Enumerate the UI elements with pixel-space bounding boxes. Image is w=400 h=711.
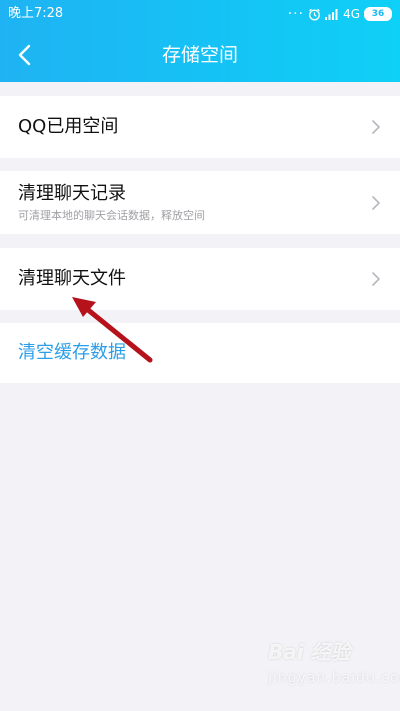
list-item-label: 清理聊天记录 (18, 183, 126, 204)
clear-cache-button[interactable]: 清空缓存数据 (0, 323, 400, 383)
clear-cache-label: 清空缓存数据 (18, 342, 126, 363)
list-item-qq-used-space[interactable]: QQ已用空间 (0, 96, 400, 158)
notification-dots-icon: ··· (287, 6, 305, 22)
list-item-label: 清理聊天文件 (18, 268, 126, 289)
chevron-right-icon (372, 120, 380, 134)
battery-icon: 36 (364, 7, 392, 21)
status-time: 晚上7:28 (8, 6, 64, 21)
list-item-description: 可清理本地的聊天会话数据，释放空间 (18, 209, 205, 222)
list-item-label: QQ已用空间 (18, 116, 119, 137)
status-bar: 晚上7:28 ··· 4G 36 (0, 0, 400, 28)
app-header: 晚上7:28 ··· 4G 36 存储空间 (0, 0, 400, 82)
chevron-right-icon (372, 196, 380, 210)
signal-icon (325, 9, 338, 20)
alarm-icon (309, 8, 321, 20)
baidu-watermark: Bai 经验 jingyan.baidu.com (268, 640, 400, 700)
list-item-clear-chat-files[interactable]: 清理聊天文件 (0, 248, 400, 310)
list-item-clear-chat-history[interactable]: 清理聊天记录 可清理本地的聊天会话数据，释放空间 (0, 171, 400, 234)
watermark-logo-text: Bai 经验 (268, 640, 351, 664)
network-type: 4G (343, 7, 360, 21)
chevron-right-icon (372, 272, 380, 286)
page-title: 存储空间 (161, 44, 238, 66)
watermark-url: jingyan.baidu.com (268, 670, 400, 686)
nav-bar: 存储空间 (0, 28, 400, 82)
status-icons: ··· 4G 36 (288, 5, 392, 23)
